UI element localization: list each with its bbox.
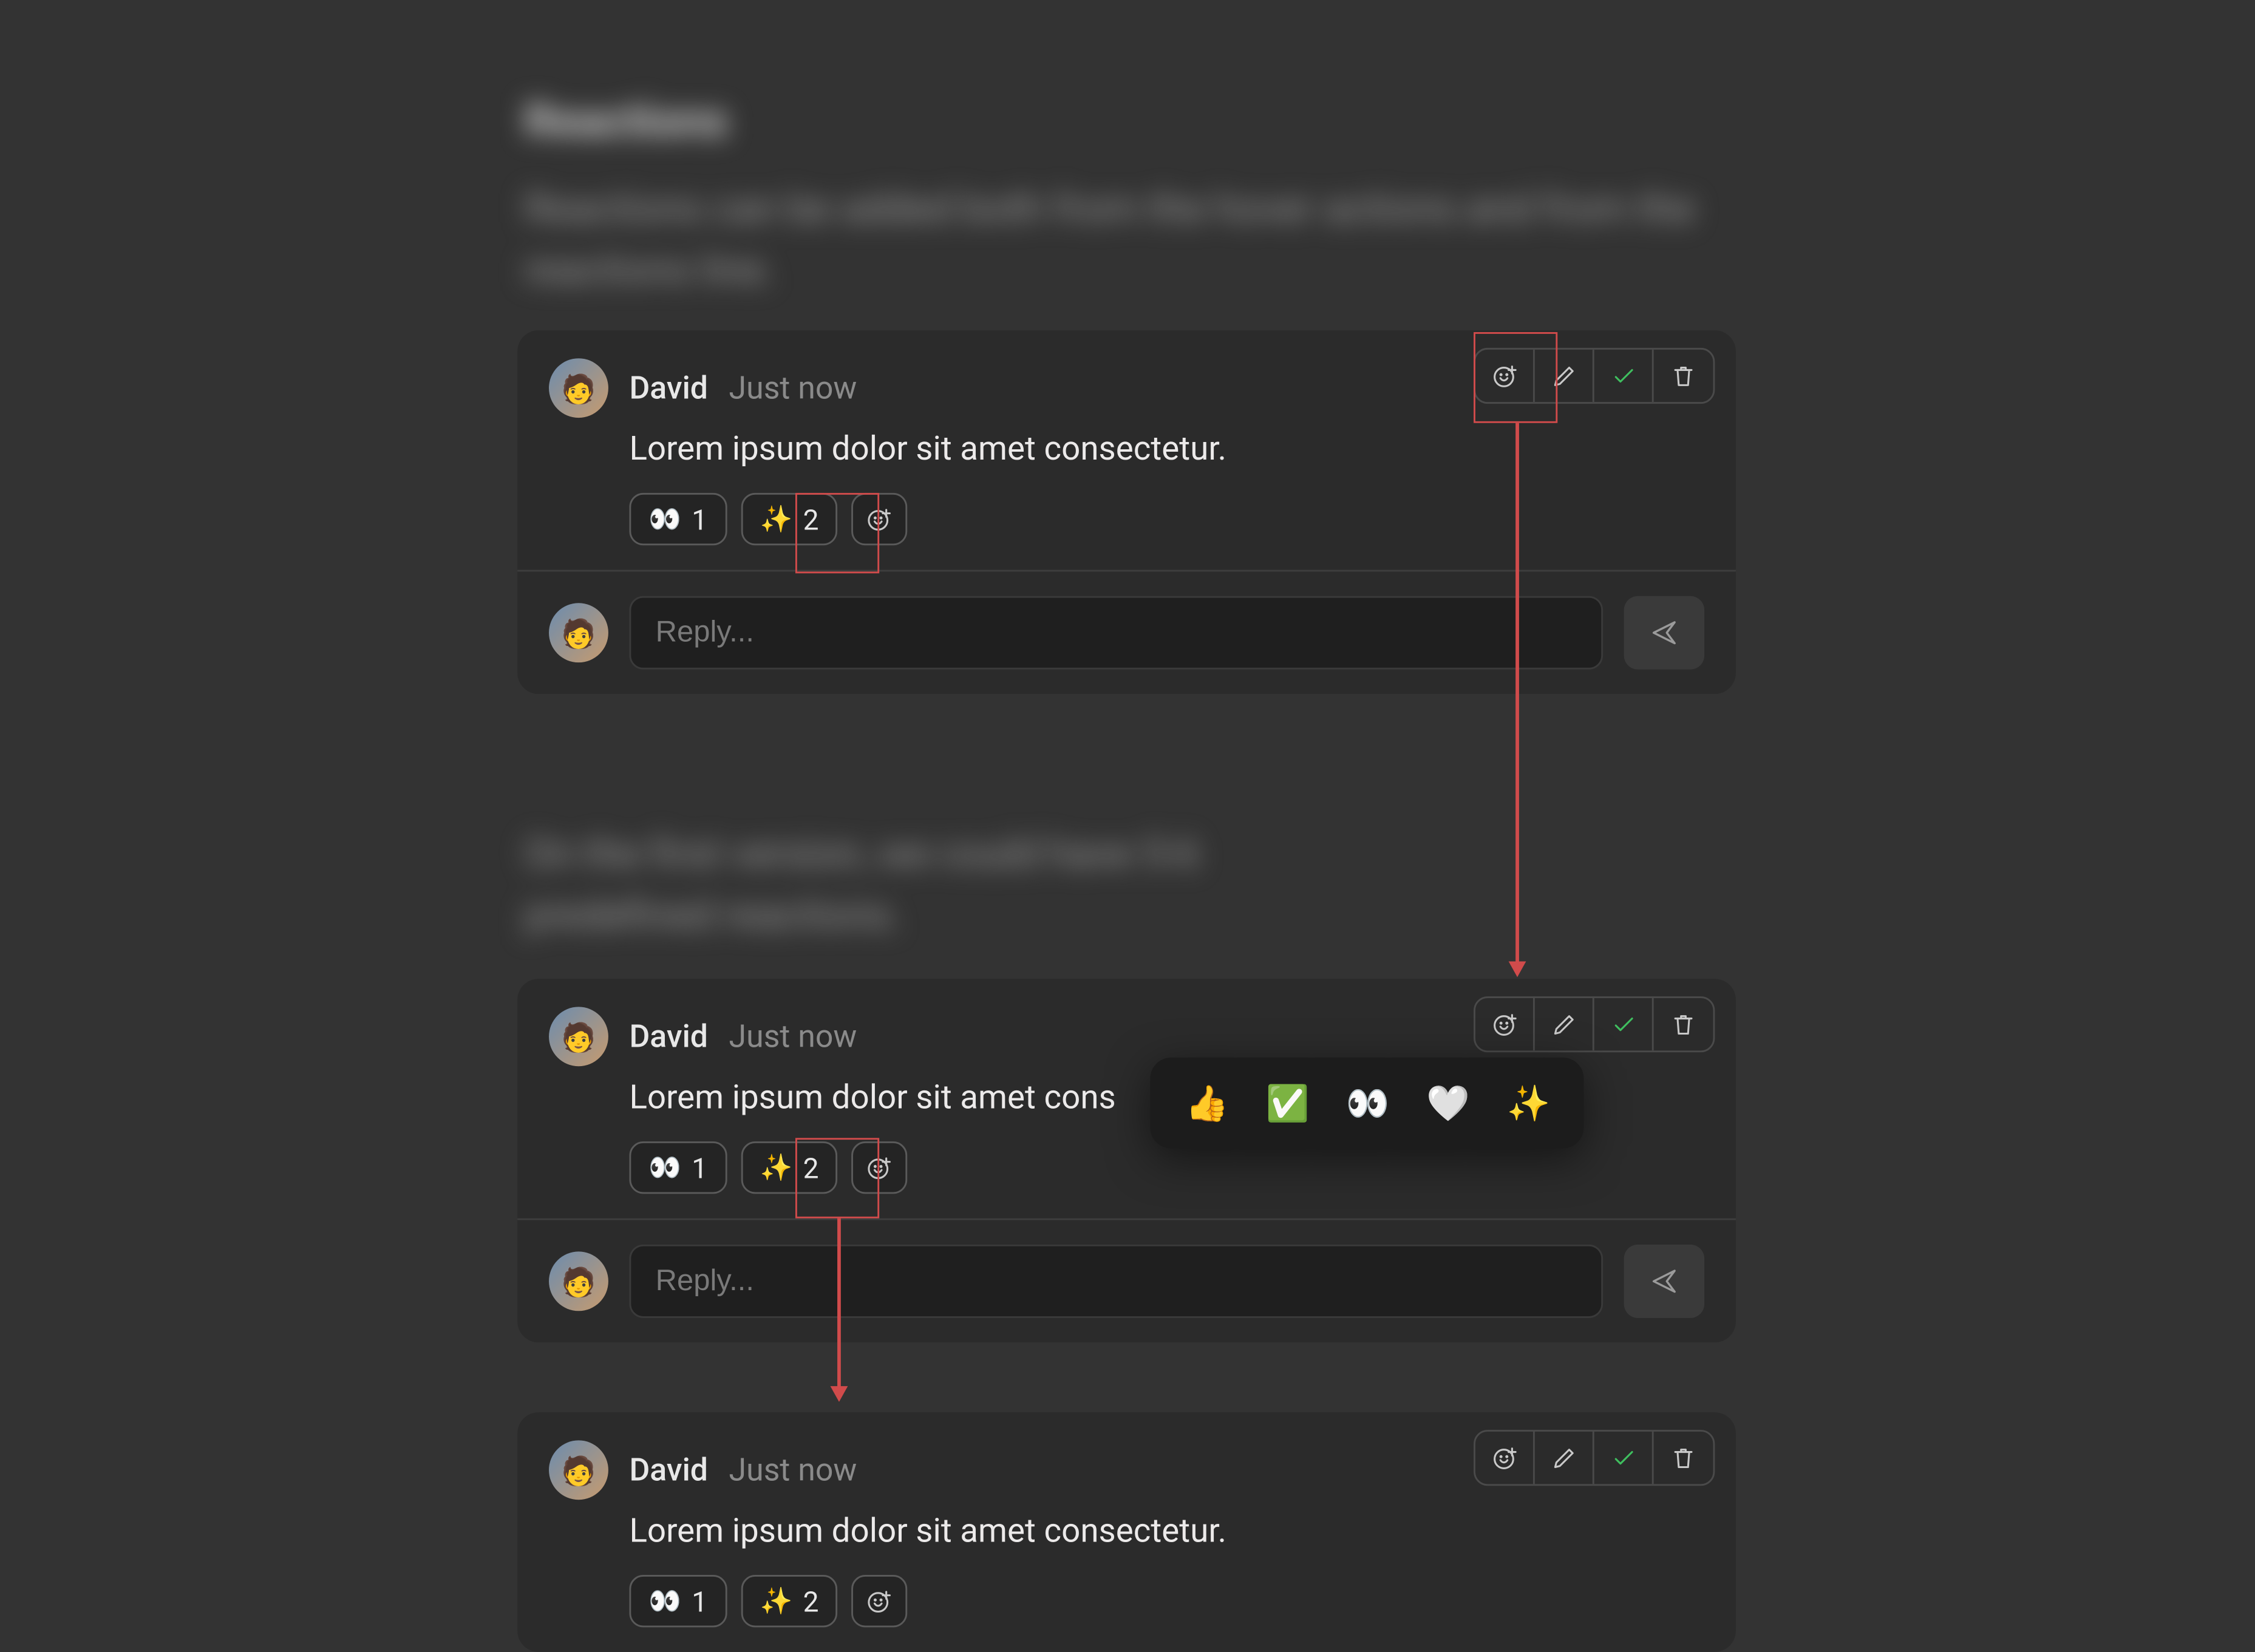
action-add-reaction[interactable] [1475, 998, 1535, 1050]
pencil-icon [1549, 1444, 1577, 1472]
add-reaction-button[interactable] [852, 493, 908, 545]
eyes-emoji: 👀 [648, 504, 681, 535]
comment-author: David [629, 1452, 708, 1488]
action-resolve[interactable] [1594, 350, 1654, 402]
emoji-add-icon [866, 505, 894, 533]
check-icon [1609, 362, 1637, 390]
sparkles-emoji: ✨ [760, 504, 792, 535]
check-icon [1609, 1444, 1637, 1472]
eyes-count: 1 [692, 1151, 707, 1185]
reply-input[interactable] [629, 1245, 1603, 1318]
action-delete[interactable] [1654, 1432, 1713, 1484]
action-add-reaction[interactable] [1475, 350, 1535, 402]
reaction-sparkles[interactable]: ✨ 2 [741, 493, 838, 545]
sparkles-count: 2 [803, 1151, 819, 1185]
eyes-count: 1 [692, 503, 707, 536]
trash-icon [1670, 1010, 1698, 1038]
annotation-arrow-1 [1515, 423, 1518, 965]
pencil-icon [1549, 362, 1577, 390]
action-edit[interactable] [1535, 350, 1594, 402]
action-delete[interactable] [1654, 350, 1713, 402]
comment-card-3: 🧑 David Just now Lorem ipsum dolor sit a… [517, 1413, 1736, 1652]
comment-author: David [629, 1018, 708, 1055]
eyes-count: 1 [692, 1585, 707, 1618]
emoji-add-icon [1490, 1010, 1518, 1038]
trash-icon [1670, 362, 1698, 390]
reactions-row: 👀 1 ✨ 2 [629, 493, 1704, 545]
section-intro: Reactions can be added both from the hov… [525, 180, 1713, 301]
reaction-sparkles[interactable]: ✨ 2 [741, 1141, 838, 1194]
annotation-arrow-2 [837, 1219, 840, 1390]
sparkles-count: 2 [803, 1585, 819, 1618]
comment-card-1: 🧑 David Just now Lorem ipsum dolor sit a… [517, 331, 1736, 695]
annotation-arrowhead-1 [1508, 962, 1525, 977]
hover-action-bar [1474, 996, 1715, 1052]
reaction-option-eyes[interactable]: 👀 [1346, 1083, 1388, 1124]
comment-card-2: 🧑 David Just now Lorem ipsum dolor sit a… [517, 979, 1736, 1343]
comment-timestamp: Just now [729, 370, 857, 406]
section-heading: Reactions [525, 97, 728, 149]
emoji-add-icon [866, 1588, 894, 1616]
check-icon [1609, 1010, 1637, 1038]
eyes-emoji: 👀 [648, 1152, 681, 1184]
reaction-eyes[interactable]: 👀 1 [629, 1575, 726, 1627]
comment-body: Lorem ipsum dolor sit amet consectetur. [629, 429, 1704, 469]
send-icon [1648, 1266, 1680, 1297]
reaction-option-sparkles[interactable]: ✨ [1507, 1083, 1549, 1124]
reaction-option-heart[interactable]: 🤍 [1426, 1083, 1468, 1124]
sparkles-emoji: ✨ [760, 1152, 792, 1184]
reaction-sparkles[interactable]: ✨ 2 [741, 1575, 838, 1627]
reply-input[interactable] [629, 596, 1603, 670]
comment-timestamp: Just now [729, 1452, 857, 1488]
section-note: On the first version, we could have 5-6 … [525, 825, 1364, 946]
add-reaction-button[interactable] [852, 1141, 908, 1194]
trash-icon [1670, 1444, 1698, 1472]
sparkles-count: 2 [803, 503, 819, 536]
reaction-eyes[interactable]: 👀 1 [629, 1141, 726, 1194]
sparkles-emoji: ✨ [760, 1586, 792, 1617]
send-button[interactable] [1624, 1245, 1704, 1318]
comment-author: David [629, 370, 708, 406]
action-add-reaction[interactable] [1475, 1432, 1535, 1484]
reaction-eyes[interactable]: 👀 1 [629, 493, 726, 545]
eyes-emoji: 👀 [648, 1586, 681, 1617]
reaction-picker-popover: 👍 ✅ 👀 🤍 ✨ [1150, 1058, 1583, 1149]
action-resolve[interactable] [1594, 998, 1654, 1050]
reaction-option-thumbs-up[interactable]: 👍 [1185, 1083, 1227, 1124]
action-edit[interactable] [1535, 1432, 1594, 1484]
emoji-add-icon [1490, 1444, 1518, 1472]
action-delete[interactable] [1654, 998, 1713, 1050]
annotation-arrowhead-2 [829, 1386, 847, 1402]
reactions-row: 👀 1 ✨ 2 [629, 1141, 1704, 1194]
avatar: 🧑 [549, 1441, 608, 1500]
pencil-icon [1549, 1010, 1577, 1038]
reactions-row: 👀 1 ✨ 2 [629, 1575, 1704, 1627]
hover-action-bar [1474, 1430, 1715, 1486]
send-button[interactable] [1624, 596, 1704, 670]
avatar: 🧑 [549, 359, 608, 418]
reaction-option-check[interactable]: ✅ [1265, 1083, 1307, 1124]
action-edit[interactable] [1535, 998, 1594, 1050]
avatar: 🧑 [549, 603, 608, 663]
comment-timestamp: Just now [729, 1018, 857, 1055]
send-icon [1648, 617, 1680, 649]
action-resolve[interactable] [1594, 1432, 1654, 1484]
comment-body: Lorem ipsum dolor sit amet consectetur. [629, 1511, 1704, 1551]
add-reaction-button[interactable] [852, 1575, 908, 1627]
avatar: 🧑 [549, 1007, 608, 1067]
hover-action-bar [1474, 348, 1715, 404]
emoji-add-icon [866, 1154, 894, 1182]
emoji-add-icon [1490, 362, 1518, 390]
avatar: 🧑 [549, 1252, 608, 1311]
